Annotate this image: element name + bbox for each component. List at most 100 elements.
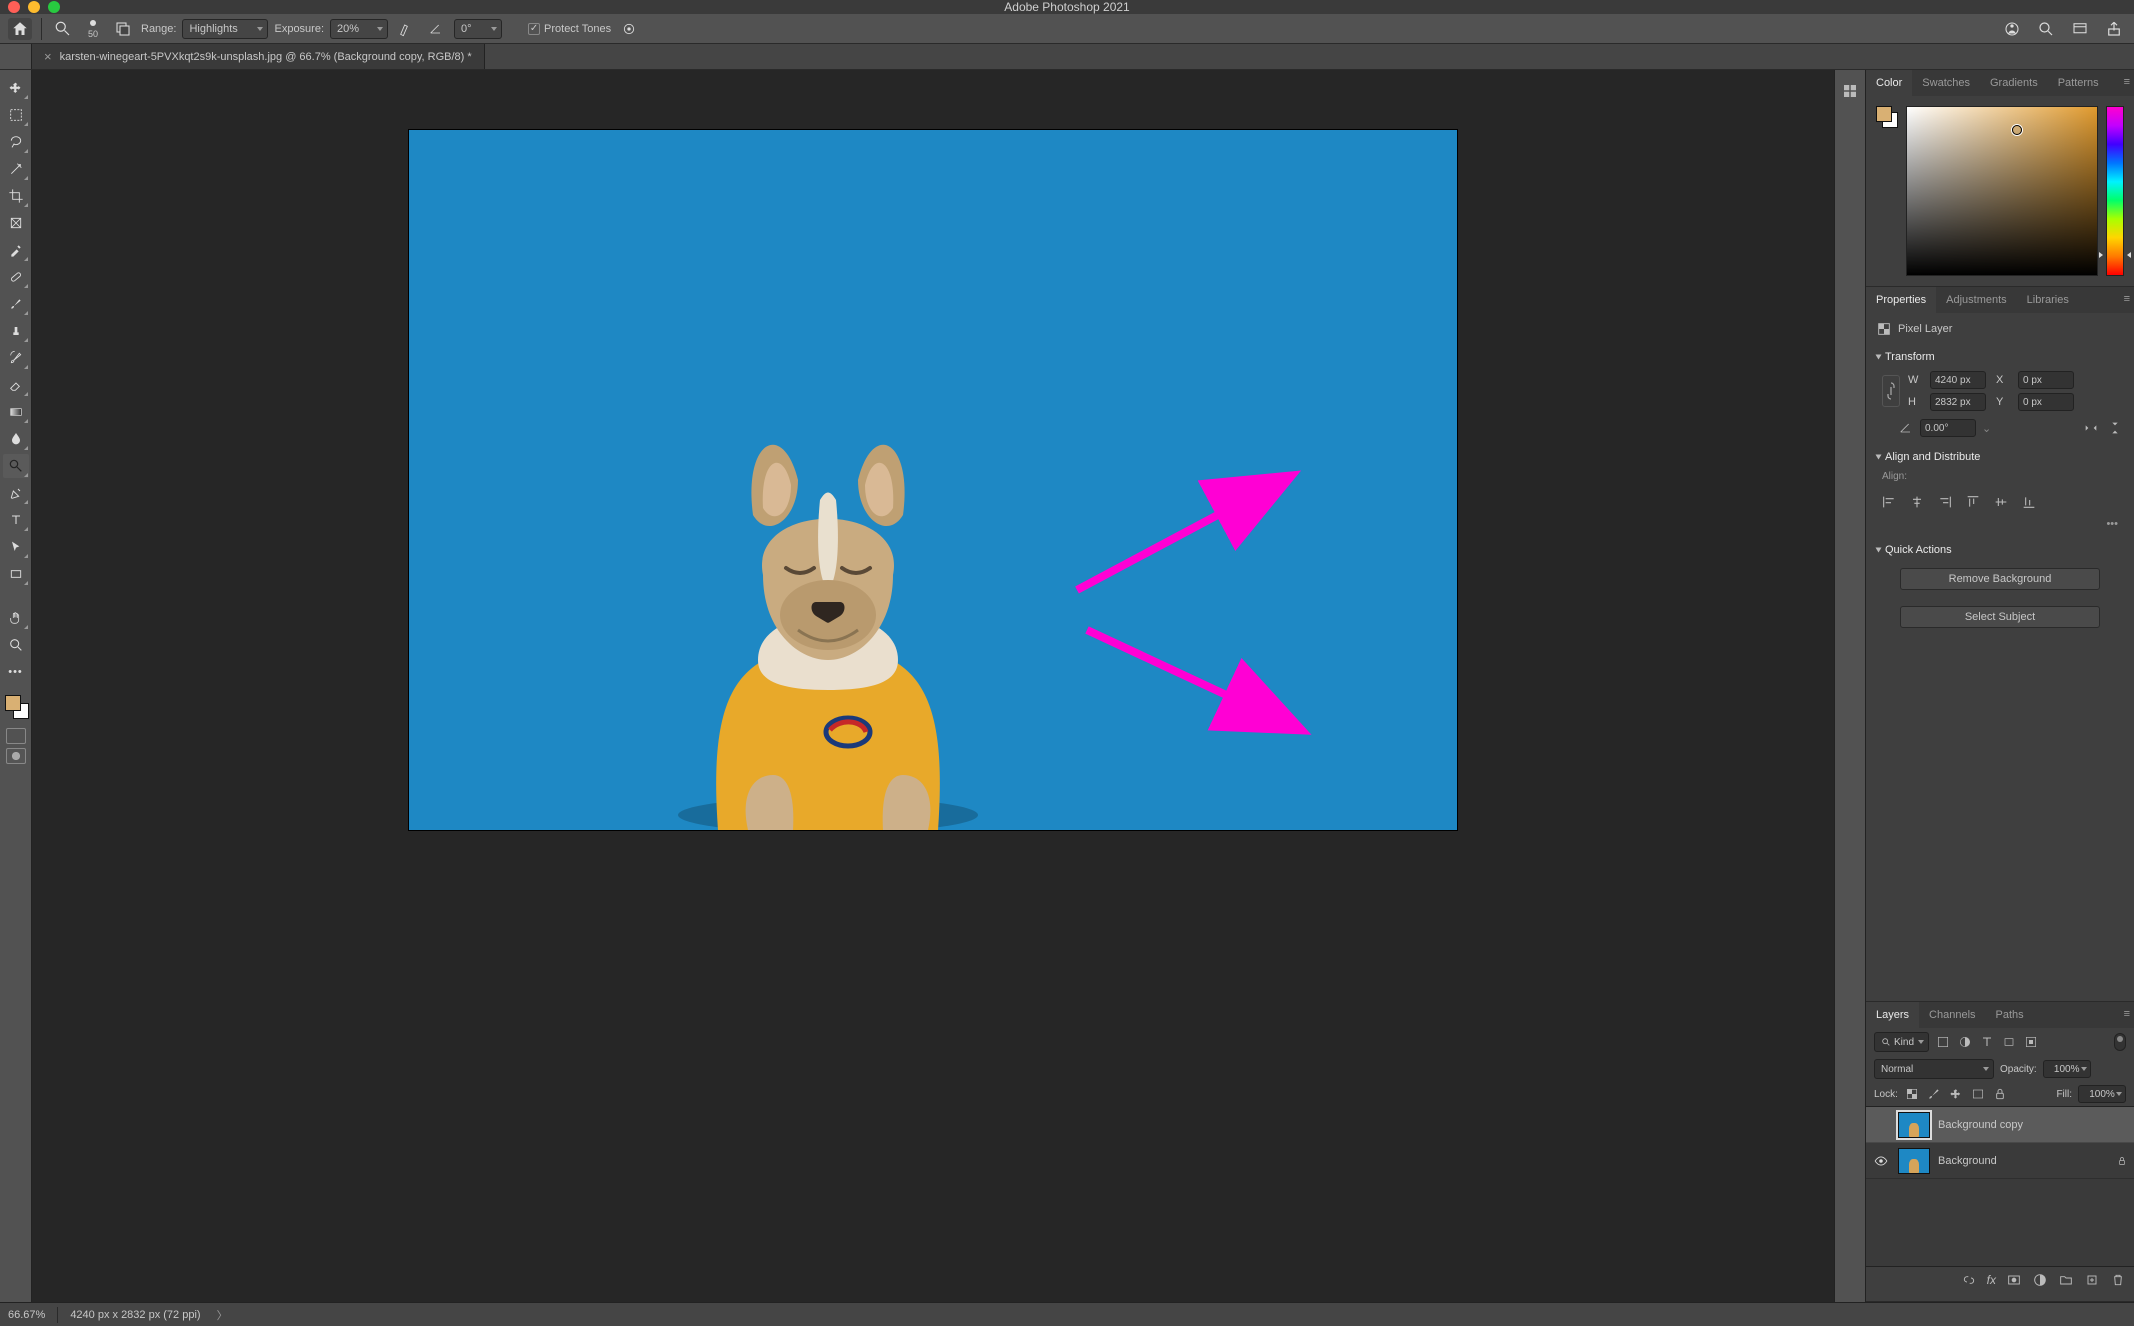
spot-heal-tool[interactable] [3,265,29,289]
fg-color-swatch[interactable] [5,695,21,711]
gradient-tool[interactable] [3,400,29,424]
history-brush-tool[interactable] [3,346,29,370]
current-tool-preset[interactable] [51,18,75,40]
flip-horizontal-button[interactable] [2082,420,2100,436]
blur-tool[interactable] [3,427,29,451]
brush-tool[interactable] [3,292,29,316]
range-dropdown[interactable]: Highlights [182,19,268,39]
panel-menu-button[interactable]: ≡ [2124,76,2130,88]
tab-layers[interactable]: Layers [1866,1002,1919,1028]
home-button[interactable] [8,18,32,40]
quick-actions-header[interactable]: Quick Actions [1876,544,2124,556]
rectangle-tool[interactable] [3,562,29,586]
standard-mask-mode[interactable] [6,728,26,744]
hand-tool[interactable] [3,606,29,630]
tab-channels[interactable]: Channels [1919,1002,1985,1028]
crop-tool[interactable] [3,184,29,208]
hue-slider[interactable] [2106,106,2124,276]
window-zoom-button[interactable] [48,1,60,13]
new-adjustment-layer-icon[interactable] [2032,1272,2048,1288]
tab-close-icon[interactable]: × [44,49,52,64]
color-field[interactable] [1906,106,2098,276]
collapsed-panel-button[interactable] [1839,80,1861,102]
link-wh-button[interactable] [1882,375,1900,407]
filter-pixel-icon[interactable] [1935,1034,1951,1050]
layer-thumbnail[interactable] [1898,1148,1930,1174]
tab-properties[interactable]: Properties [1866,287,1936,313]
link-layers-icon[interactable] [1961,1272,1977,1288]
eraser-tool[interactable] [3,373,29,397]
cloud-docs-button[interactable] [2000,18,2024,40]
tab-patterns[interactable]: Patterns [2048,70,2109,96]
rotation-input[interactable]: 0.00° [1920,419,1976,437]
x-input[interactable]: 0 px [2018,371,2074,389]
fx-button[interactable]: fx [1987,1273,1996,1287]
layer-name[interactable]: Background [1938,1155,2108,1167]
align-vcenter[interactable] [1992,494,2010,510]
clone-stamp-tool[interactable] [3,319,29,343]
brush-settings-button[interactable] [111,18,135,40]
tab-gradients[interactable]: Gradients [1980,70,2048,96]
filter-shape-icon[interactable] [2001,1034,2017,1050]
more-options[interactable]: ••• [1876,518,2124,530]
color-picker-cursor[interactable] [2012,125,2022,135]
color-fg-swatch[interactable] [1876,106,1892,122]
tab-color[interactable]: Color [1866,70,1912,96]
new-group-icon[interactable] [2058,1272,2074,1288]
filter-adjust-icon[interactable] [1957,1034,1973,1050]
lasso-tool[interactable] [3,130,29,154]
lock-all-icon[interactable] [1992,1086,2008,1102]
window-minimize-button[interactable] [28,1,40,13]
opacity-input[interactable]: 100% [2043,1060,2091,1078]
zoom-level[interactable]: 66.67% [8,1309,45,1321]
doc-info-chevron[interactable]: 〉 [217,1307,228,1323]
align-bottom[interactable] [2020,494,2038,510]
canvas-area[interactable] [32,70,1834,1302]
panel-menu-button[interactable]: ≡ [2124,293,2130,305]
tab-libraries[interactable]: Libraries [2017,287,2079,313]
filter-type-icon[interactable] [1979,1034,1995,1050]
new-layer-icon[interactable] [2084,1272,2100,1288]
layer-filter-kind[interactable]: Kind [1874,1032,1929,1052]
width-input[interactable]: 4240 px [1930,371,1986,389]
align-section-header[interactable]: Align and Distribute [1876,451,2124,463]
move-tool[interactable] [3,76,29,100]
document-canvas[interactable] [409,130,1457,830]
window-close-button[interactable] [8,1,20,13]
type-tool[interactable] [3,508,29,532]
flip-vertical-button[interactable] [2106,420,2124,436]
lock-transparent-icon[interactable] [1904,1086,1920,1102]
edit-toolbar-button[interactable]: ••• [3,660,29,684]
layer-item[interactable]: Background [1866,1143,2134,1179]
delete-layer-icon[interactable] [2110,1272,2126,1288]
pen-tool[interactable] [3,481,29,505]
layer-name[interactable]: Background copy [1938,1119,2128,1131]
align-right[interactable] [1936,494,1954,510]
lock-artboard-icon[interactable] [1970,1086,1986,1102]
remove-background-button[interactable]: Remove Background [1900,568,2100,590]
marquee-tool[interactable] [3,103,29,127]
pressure-controls-size[interactable] [617,18,641,40]
foreground-background-swatches[interactable] [3,693,29,719]
protect-tones-checkbox[interactable]: Protect Tones [528,23,611,35]
layer-item[interactable]: Background copy [1866,1107,2134,1143]
path-select-tool[interactable] [3,535,29,559]
exposure-dropdown[interactable]: 20% [330,19,388,39]
workspace-switcher[interactable] [2068,18,2092,40]
share-button[interactable] [2102,18,2126,40]
height-input[interactable]: 2832 px [1930,393,1986,411]
doc-info[interactable]: 4240 px x 2832 px (72 ppi) [70,1309,200,1321]
eyedropper-tool[interactable] [3,238,29,262]
quick-mask-mode[interactable] [6,748,26,764]
transform-section-header[interactable]: Transform [1876,351,2124,363]
align-hcenter[interactable] [1908,494,1926,510]
angle-icon-button[interactable] [424,18,448,40]
brush-angle-input[interactable]: 0° [454,19,502,39]
document-tab[interactable]: × karsten-winegeart-5PVXkqt2s9k-unsplash… [32,44,485,69]
add-mask-icon[interactable] [2006,1272,2022,1288]
brush-size-control[interactable]: 50 [81,18,105,40]
blend-mode-dropdown[interactable]: Normal [1874,1059,1994,1079]
y-input[interactable]: 0 px [2018,393,2074,411]
select-subject-button[interactable]: Select Subject [1900,606,2100,628]
align-left[interactable] [1880,494,1898,510]
